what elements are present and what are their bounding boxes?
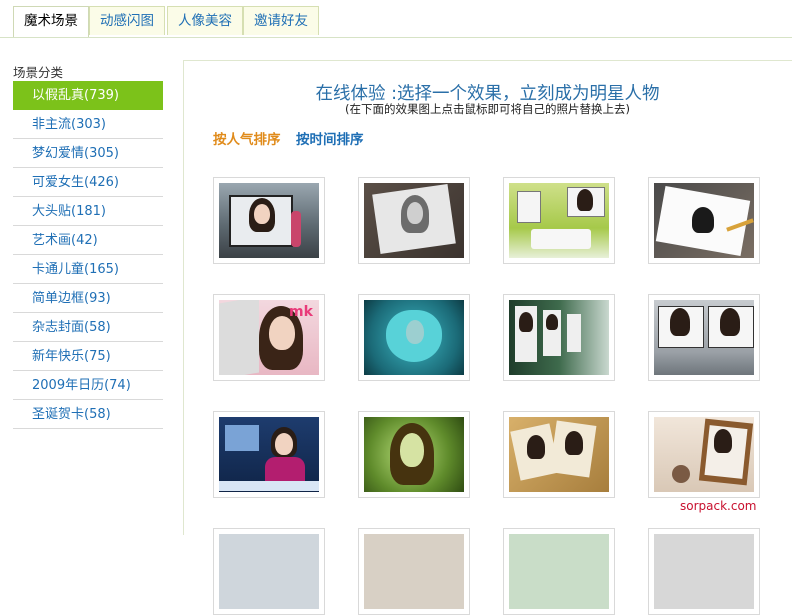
sidebar-item-photo-sticker[interactable]: 大头贴(181) — [13, 197, 163, 226]
sidebar-item-cute-girl[interactable]: 可爱女生(426) — [13, 168, 163, 197]
sidebar-item-magazine-cover[interactable]: 杂志封面(58) — [13, 313, 163, 342]
sidebar-title: 场景分类 — [13, 65, 64, 80]
effect-thumb-magazine-girl[interactable]: mk — [213, 294, 325, 381]
effect-thumb-green-glow[interactable] — [358, 411, 470, 498]
effect-thumb-sketch-paper[interactable] — [358, 177, 470, 264]
effect-thumb-green-bedroom[interactable] — [503, 177, 615, 264]
sidebar-item-christmas-card[interactable]: 圣诞贺卡(58) — [13, 400, 163, 429]
sidebar-item-dream-love[interactable]: 梦幻爱情(305) — [13, 139, 163, 168]
tab-portrait-beauty[interactable]: 人像美容 — [167, 6, 243, 35]
sort-by-popularity-link[interactable]: 按人气排序 — [213, 128, 281, 148]
effect-thumb-tv-news[interactable] — [213, 411, 325, 498]
sidebar-item-calendar-2009[interactable]: 2009年日历(74) — [13, 371, 163, 400]
sidebar-item-new-year[interactable]: 新年快乐(75) — [13, 342, 163, 371]
effect-thumb-photo-stack[interactable] — [503, 411, 615, 498]
tab-magic-scene[interactable]: 魔术场景 — [13, 6, 89, 37]
tab-invite-friends[interactable]: 邀请好友 — [243, 6, 319, 35]
effect-thumb-street-posters[interactable] — [648, 294, 760, 381]
page-subline: (在下面的效果图上点击鼠标即可将自己的照片替换上去) — [345, 102, 630, 116]
effect-thumb-row4-4[interactable] — [648, 528, 760, 615]
effect-thumb-row4-2[interactable] — [358, 528, 470, 615]
sidebar-item-art-painting[interactable]: 艺术画(42) — [13, 226, 163, 255]
effect-thumb-crystal-heart[interactable] — [358, 294, 470, 381]
tab-animated-gif[interactable]: 动感闪图 — [89, 6, 165, 35]
effect-thumb-row4-1[interactable] — [213, 528, 325, 615]
category-list: 以假乱真(739) 非主流(303) 梦幻爱情(305) 可爱女生(426) 大… — [13, 81, 163, 429]
effect-thumb-street-billboard[interactable] — [213, 177, 325, 264]
effect-thumb-wood-frame[interactable] — [648, 411, 760, 498]
effect-thumb-drawing-desk[interactable] — [648, 177, 760, 264]
sidebar-item-cartoon-kids[interactable]: 卡通儿童(165) — [13, 255, 163, 284]
sidebar-item-simple-frame[interactable]: 简单边框(93) — [13, 284, 163, 313]
watermark-text: sorpack.com — [680, 499, 757, 513]
sort-by-time-link[interactable]: 按时间排序 — [296, 128, 364, 148]
top-tabs: 魔术场景 动感闪图 人像美容 邀请好友 — [0, 0, 792, 38]
sidebar-item-realistic[interactable]: 以假乱真(739) — [13, 81, 163, 110]
sidebar-item-non-mainstream[interactable]: 非主流(303) — [13, 110, 163, 139]
effect-thumb-subway-posters[interactable] — [503, 294, 615, 381]
effect-thumb-row4-3[interactable] — [503, 528, 615, 615]
